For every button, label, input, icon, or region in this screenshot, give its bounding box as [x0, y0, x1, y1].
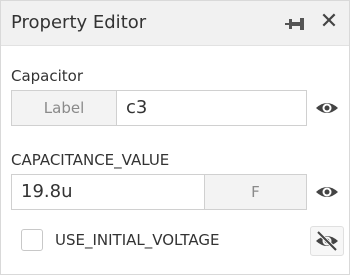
label-visibility-toggle[interactable] — [313, 94, 341, 122]
label-input[interactable] — [117, 91, 306, 125]
label-caption: Label — [12, 91, 116, 125]
eye-icon — [316, 103, 338, 113]
capacitance-visibility-toggle[interactable] — [313, 178, 341, 206]
capacitance-section-label: CAPACITANCE_VALUE — [11, 151, 170, 169]
panel-title: Property Editor — [11, 12, 147, 33]
pin-icon — [285, 18, 304, 30]
close-button[interactable]: ✕ — [317, 9, 341, 35]
capacitance-input[interactable] — [12, 175, 204, 209]
panel-header: Property Editor ✕ — [1, 1, 349, 46]
close-icon: ✕ — [319, 9, 339, 34]
initial-voltage-visibility-toggle[interactable] — [310, 226, 344, 256]
use-initial-voltage-label: USE_INITIAL_VOLTAGE — [55, 231, 220, 249]
eye-icon — [316, 187, 338, 197]
capacitance-unit: F — [205, 175, 306, 209]
use-initial-voltage-checkbox[interactable] — [21, 229, 43, 251]
pin-button[interactable] — [285, 13, 309, 35]
label-field-row: Label — [11, 90, 307, 126]
capacitance-field-row: F — [11, 174, 307, 210]
capacitor-section-label: Capacitor — [11, 67, 84, 85]
eye-off-icon — [316, 230, 338, 252]
property-editor-panel: Property Editor ✕ Capacitor Label CAPACI… — [0, 0, 350, 275]
